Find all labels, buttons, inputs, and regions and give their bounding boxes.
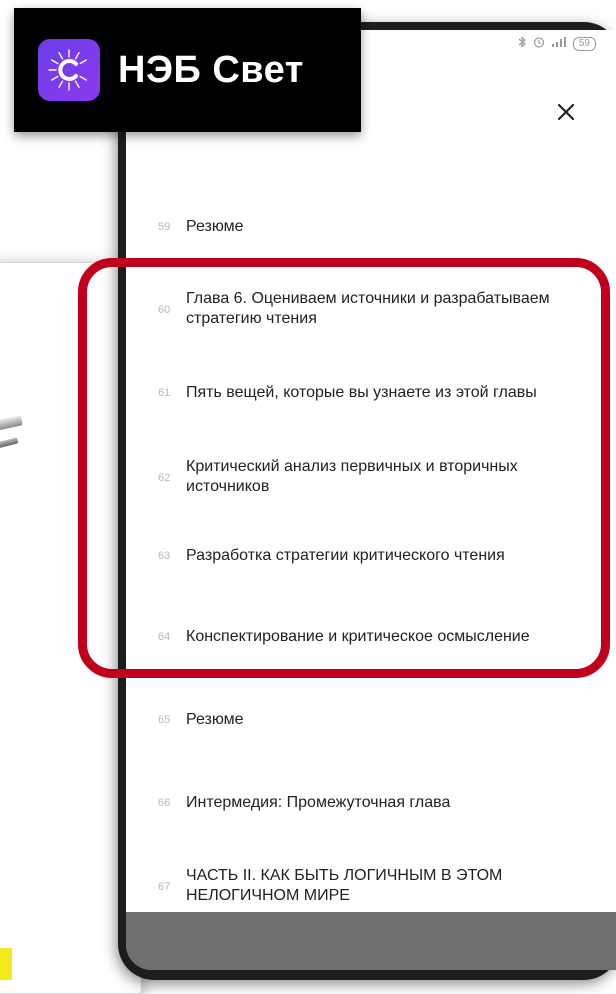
toc-title: Интермедия: Промежуточная глава bbox=[186, 794, 451, 811]
toc-page-number: 60 bbox=[158, 304, 171, 316]
toc-title: Резюме bbox=[186, 218, 244, 235]
toc-title: ЧАСТЬ II. КАК БЫТЬ ЛОГИЧНЫМ В ЭТОМ НЕЛОГ… bbox=[186, 867, 503, 904]
toc-page-number: 61 bbox=[158, 387, 171, 399]
table-of-contents: 59 Резюме 60 Глава 6. Оцениваем источник… bbox=[126, 30, 616, 970]
logo-text: НЭБ Свет bbox=[118, 48, 304, 91]
background-yellow-sticker bbox=[0, 948, 12, 980]
toc-title: Критический анализ первичных и вторичных… bbox=[186, 458, 518, 495]
toc-page-number: 65 bbox=[158, 714, 171, 726]
toc-page-number: 66 bbox=[158, 797, 171, 809]
toc-title: Резюме bbox=[186, 711, 244, 728]
logo-mark-icon bbox=[38, 39, 100, 101]
bottom-navigation-bar bbox=[126, 912, 616, 970]
toc-page-number: 63 bbox=[158, 550, 171, 562]
toc-title: Пять вещей, которые вы узнаете из этой г… bbox=[186, 384, 537, 401]
reader-screen: 59 59 Резюме 60 Глава 6. Оцениваем источ… bbox=[126, 30, 616, 970]
toc-title: Разработка стратегии критического чтения bbox=[186, 547, 505, 564]
toc-page-number: 59 bbox=[158, 221, 171, 233]
neb-svet-logo: НЭБ Свет bbox=[14, 8, 361, 132]
toc-page-number: 64 bbox=[158, 631, 171, 643]
toc-title: Конспектирование и критическое осмыслени… bbox=[186, 628, 530, 645]
toc-title: Глава 6. Оцениваем источники и разрабаты… bbox=[186, 290, 550, 327]
toc-page-number: 67 bbox=[158, 881, 171, 893]
toc-page-number: 62 bbox=[158, 472, 171, 484]
